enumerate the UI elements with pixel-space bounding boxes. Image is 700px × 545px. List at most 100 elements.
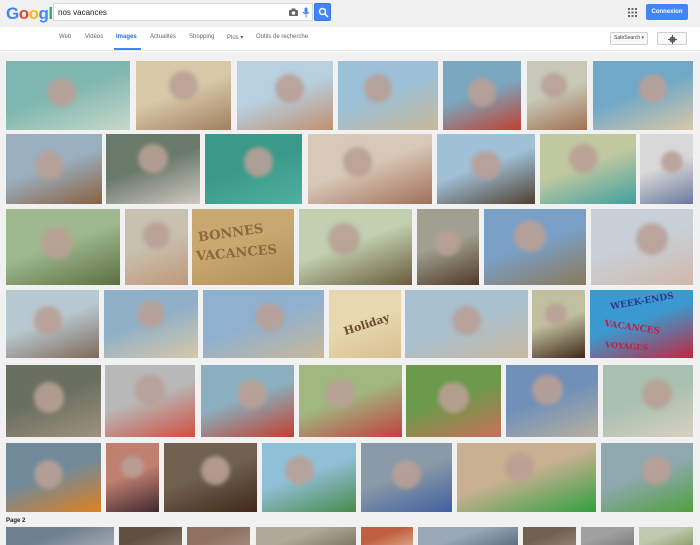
image-thumbnail[interactable] [106,443,159,512]
header: Google Connexion [0,0,700,27]
image-thumbnail[interactable] [418,527,518,545]
image-thumbnail[interactable] [6,61,130,130]
tab-plus[interactable]: Plus ▾ [227,34,243,41]
image-thumbnail[interactable] [527,61,587,130]
blurred-face [541,72,567,98]
image-thumbnail[interactable] [532,290,585,358]
image-thumbnail[interactable] [484,209,586,285]
blurred-face [121,456,144,479]
image-thumbnail[interactable] [540,134,636,204]
apps-icon[interactable] [628,8,637,17]
tab-actualites[interactable]: Actualités [150,34,176,40]
blurred-face [363,74,393,104]
image-thumbnail[interactable] [125,209,188,285]
image-thumbnail[interactable] [640,134,693,204]
blurred-face [134,375,166,406]
image-thumbnail[interactable] [417,209,479,285]
blurred-face [243,147,274,177]
image-thumbnail[interactable] [457,443,596,512]
image-thumbnail[interactable] [603,365,693,437]
image-thumbnail[interactable] [361,443,452,512]
image-thumbnail[interactable] [119,527,182,545]
image-thumbnail[interactable] [205,134,302,204]
image-thumbnail[interactable] [6,365,101,437]
blurred-face [237,378,268,409]
image-thumbnail[interactable] [203,290,324,358]
image-thumbnail[interactable] [104,290,198,358]
image-thumbnail[interactable] [523,527,576,545]
image-thumbnail[interactable] [201,365,294,437]
blurred-face [513,219,546,252]
search-tabs: Web Vidéos Images Actualités Shopping Pl… [0,27,700,51]
mic-icon[interactable] [302,7,310,18]
blurred-face [471,150,501,181]
blurred-face [34,459,64,489]
blurred-face [325,378,356,409]
image-thumbnail[interactable] [338,61,438,130]
blurred-face [136,299,166,329]
blurred-face [505,452,535,482]
camera-icon[interactable] [288,7,299,18]
blurred-face [660,150,683,174]
tab-outils-de-recherche[interactable]: Outils de recherche [256,34,308,40]
blurred-face [34,150,64,181]
blurred-face [641,378,673,409]
image-thumbnail[interactable] [6,209,120,285]
tab-shopping[interactable]: Shopping [189,34,214,40]
blurred-face [638,74,668,104]
safesearch-button[interactable]: SafeSearch ▾ [610,32,648,45]
search-button[interactable] [314,3,331,21]
image-thumbnail[interactable] [639,527,693,545]
image-thumbnail[interactable] [581,527,634,545]
blurred-face [328,223,361,256]
search-box[interactable] [53,3,313,21]
image-thumbnail[interactable] [593,61,693,130]
image-thumbnail[interactable] [105,365,195,437]
image-thumbnail[interactable] [506,365,598,437]
image-thumbnail[interactable] [601,443,693,512]
image-thumbnail[interactable] [136,61,231,130]
image-thumbnail[interactable] [405,290,528,358]
tab-videos[interactable]: Vidéos [85,34,103,40]
gear-icon [668,35,677,44]
blurred-face [33,382,64,413]
blurred-face [438,382,469,413]
blurred-face [143,222,170,249]
image-thumbnail[interactable] [406,365,501,437]
login-button[interactable]: Connexion [646,4,688,20]
blurred-face [255,302,284,332]
image-thumbnail[interactable] [361,527,413,545]
image-thumbnail[interactable] [237,61,333,130]
image-thumbnail[interactable] [6,527,114,545]
blurred-face [285,456,315,486]
blurred-face [568,143,598,174]
image-thumbnail[interactable] [6,443,101,512]
blurred-face [138,143,168,174]
image-thumbnail[interactable] [443,61,521,130]
image-thumbnail[interactable] [591,209,693,285]
blurred-face [200,456,230,486]
tab-web[interactable]: Web [59,34,71,40]
blurred-face [467,77,497,107]
image-thumbnail[interactable] [262,443,356,512]
page-2-label: Page 2 [6,518,26,524]
active-tab-indicator [114,48,141,50]
image-thumbnail[interactable] [187,527,250,545]
image-thumbnail[interactable] [164,443,257,512]
image-thumbnail[interactable] [308,134,432,204]
image-thumbnail[interactable] [106,134,200,204]
blurred-face [169,70,198,100]
blurred-face [434,230,461,257]
blurred-face [636,223,669,256]
settings-button[interactable] [657,32,687,45]
search-input[interactable] [58,6,278,19]
image-thumbnail[interactable] [299,209,412,285]
image-thumbnail[interactable] [299,365,402,437]
tab-images[interactable]: Images [116,34,137,40]
image-thumbnail[interactable] [6,134,102,204]
image-thumbnail[interactable] [437,134,535,204]
image-thumbnail[interactable] [6,290,99,358]
blurred-face [532,375,563,406]
image-thumbnail[interactable] [256,527,356,545]
blurred-face [41,227,74,260]
